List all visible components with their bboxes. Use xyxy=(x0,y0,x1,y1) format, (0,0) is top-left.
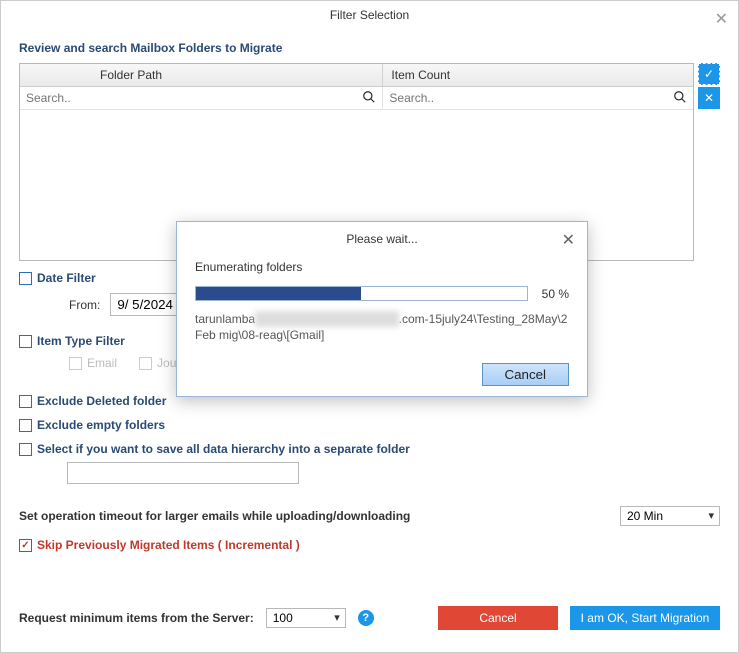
grid-header: Folder Path Item Count xyxy=(20,64,693,87)
timeout-label: Set operation timeout for larger emails … xyxy=(19,509,410,523)
dialog-cancel-button[interactable]: Cancel xyxy=(482,363,570,386)
date-filter-label: Date Filter xyxy=(37,271,96,285)
dialog-status: Enumerating folders xyxy=(195,260,569,274)
dialog-title: Please wait... ✕ xyxy=(177,222,587,254)
exclude-empty-checkbox[interactable] xyxy=(19,419,32,432)
type-email-checkbox xyxy=(69,357,82,370)
footer-cancel-button[interactable]: Cancel xyxy=(438,606,558,630)
save-hierarchy-checkbox[interactable] xyxy=(19,443,32,456)
dialog-body: Enumerating folders 50 % tarunlamba@blur… xyxy=(177,254,587,363)
progress-percent: 50 % xyxy=(542,287,569,301)
exclude-deleted-checkbox[interactable] xyxy=(19,395,32,408)
hierarchy-folder-input[interactable] xyxy=(67,462,299,484)
search-path-cell xyxy=(20,87,383,109)
timeout-row: Set operation timeout for larger emails … xyxy=(19,506,720,526)
date-filter-checkbox[interactable] xyxy=(19,272,32,285)
dialog-footer: Cancel xyxy=(177,363,587,386)
search-icon[interactable] xyxy=(362,90,376,107)
search-item-count-input[interactable] xyxy=(383,87,669,109)
help-icon[interactable]: ? xyxy=(358,610,374,626)
request-items-select[interactable]: 100 xyxy=(266,608,346,628)
exclude-deleted-label: Exclude Deleted folder xyxy=(37,394,166,408)
progress-bar xyxy=(195,286,528,301)
type-email-label: Email xyxy=(87,356,117,370)
window-close-button[interactable]: ✕ xyxy=(715,6,728,34)
grid-search-row xyxy=(20,87,693,110)
search-count-cell xyxy=(383,87,693,109)
dialog-current-path: tarunlamba@blurred-domain-redacted.com-1… xyxy=(195,311,569,343)
titlebar: Filter Selection ✕ xyxy=(1,1,738,29)
progress-dialog: Please wait... ✕ Enumerating folders 50 … xyxy=(176,221,588,397)
review-label: Review and search Mailbox Folders to Mig… xyxy=(19,41,720,55)
footer-row: Request minimum items from the Server: 1… xyxy=(19,606,720,630)
skip-prev-label: Skip Previously Migrated Items ( Increme… xyxy=(37,538,300,552)
footer-start-migration-button[interactable]: I am OK, Start Migration xyxy=(570,606,720,630)
col-folder-path[interactable]: Folder Path xyxy=(20,64,383,86)
col-item-count[interactable]: Item Count xyxy=(383,64,693,86)
dialog-close-button[interactable]: ✕ xyxy=(562,230,575,250)
exclude-empty-row: Exclude empty folders xyxy=(19,418,720,432)
progress-row: 50 % xyxy=(195,286,569,301)
skip-prev-row: Skip Previously Migrated Items ( Increme… xyxy=(19,538,720,552)
search-icon[interactable] xyxy=(673,90,687,107)
item-type-filter-label: Item Type Filter xyxy=(37,334,125,348)
window-title: Filter Selection xyxy=(330,8,409,22)
save-hierarchy-row: Select if you want to save all data hier… xyxy=(19,442,720,456)
type-journal-checkbox xyxy=(139,357,152,370)
exclude-empty-label: Exclude empty folders xyxy=(37,418,165,432)
request-items-label: Request minimum items from the Server: xyxy=(19,611,254,625)
side-buttons: ✓ ✕ xyxy=(698,63,720,109)
timeout-select[interactable]: 20 Min xyxy=(620,506,720,526)
date-from-label: From: xyxy=(69,298,100,312)
search-folder-path-input[interactable] xyxy=(20,87,358,109)
item-type-filter-checkbox[interactable] xyxy=(19,335,32,348)
check-all-button[interactable]: ✓ xyxy=(698,63,720,85)
skip-prev-checkbox[interactable] xyxy=(19,539,32,552)
uncheck-all-button[interactable]: ✕ xyxy=(698,87,720,109)
save-hierarchy-label: Select if you want to save all data hier… xyxy=(37,442,410,456)
progress-fill xyxy=(196,287,361,300)
